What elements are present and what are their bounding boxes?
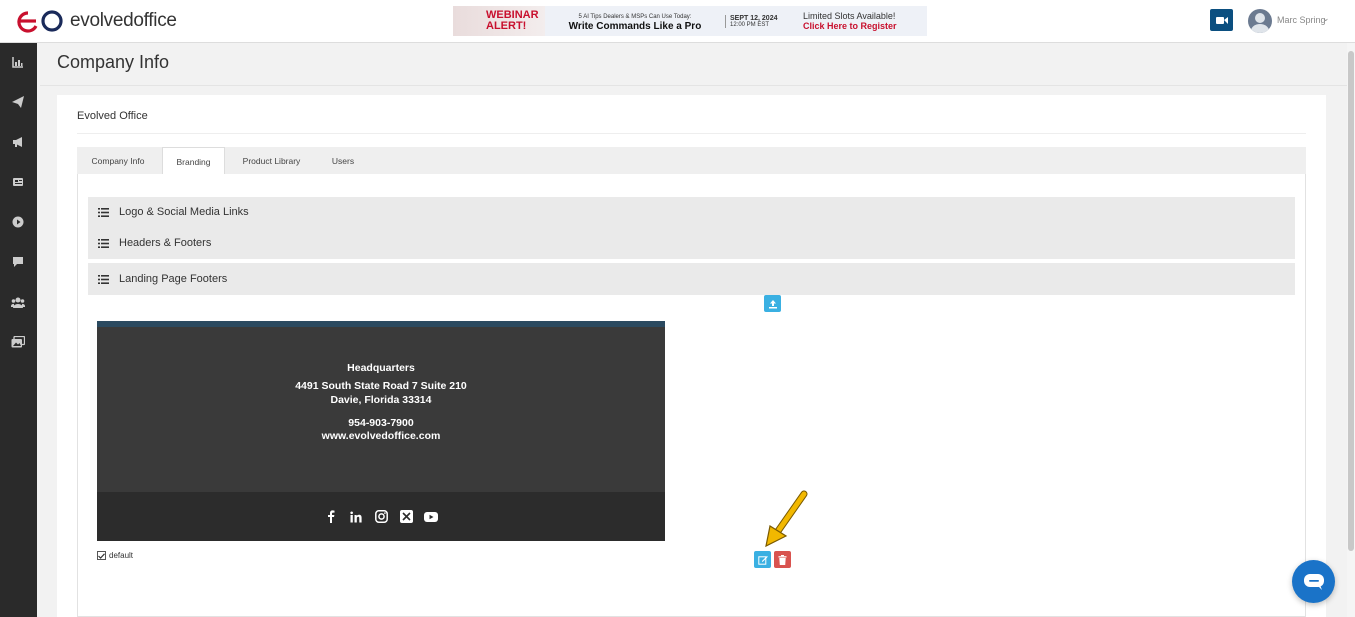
company-card: Evolved Office Company Info Branding Pro…: [57, 95, 1326, 617]
video-camera-icon: [1215, 16, 1228, 24]
banner-cta-line1: Limited Slots Available!: [803, 11, 896, 21]
users-icon[interactable]: [11, 295, 25, 309]
tab-branding[interactable]: Branding: [162, 147, 225, 175]
footer-address-line2: Davie, Florida 33314: [330, 394, 432, 406]
comment-icon[interactable]: [11, 255, 25, 269]
avatar-body: [1251, 24, 1269, 33]
banner-time: 12:00 PM EST: [730, 21, 770, 28]
page-title-bar: Company Info: [40, 43, 1347, 86]
upload-icon: [768, 299, 777, 308]
user-avatar[interactable]: [1248, 9, 1272, 33]
footer-website: www.evolvedoffice.com: [321, 430, 441, 442]
megaphone-icon[interactable]: [11, 135, 25, 149]
banner-cta: Limited Slots Available! Click Here to R…: [793, 11, 927, 31]
footer-address-line1: 4491 South State Road 7 Suite 210: [295, 380, 467, 392]
list-icon: [98, 207, 109, 217]
banner-headline: 5 AI Tips Dealers & MSPs Can Use Today: …: [545, 11, 725, 32]
list-icon: [98, 238, 109, 248]
banner-date-text: SEPT 12, 2024: [730, 14, 778, 22]
footer-top-strip: [97, 321, 665, 327]
user-name[interactable]: Marc Spring: [1277, 15, 1326, 25]
facebook-icon: [324, 510, 338, 524]
tab-company-info[interactable]: Company Info: [77, 147, 159, 174]
accordion-label: Logo & Social Media Links: [119, 206, 249, 218]
x-icon: [399, 510, 413, 524]
footer-heading: Headquarters: [347, 362, 415, 374]
accordion-label: Landing Page Footers: [119, 273, 228, 285]
divider: [77, 133, 1306, 134]
upload-button[interactable]: [764, 295, 781, 312]
footer-social-bar: [97, 492, 665, 541]
list-icon: [98, 274, 109, 284]
brand-logo[interactable]: evolvedoffice: [16, 9, 177, 33]
accordion-label: Headers & Footers: [119, 237, 212, 249]
banner-register-link[interactable]: Click Here to Register: [803, 21, 927, 31]
accordion-headers-footers[interactable]: Headers & Footers: [88, 227, 1295, 259]
newspaper-icon[interactable]: [11, 175, 25, 189]
edit-button[interactable]: [754, 551, 771, 568]
annotation-arrow-icon: [765, 490, 808, 548]
delete-button[interactable]: [774, 551, 791, 568]
landing-page-footer-preview: Headquarters 4491 South State Road 7 Sui…: [97, 321, 665, 541]
chevron-down-icon[interactable]: ⌄: [1322, 13, 1330, 24]
company-name: Evolved Office: [77, 110, 148, 122]
brand-name-part1: evolved: [70, 10, 134, 31]
chat-launcher-button[interactable]: [1292, 560, 1335, 603]
logo-mark-icon: [17, 10, 63, 33]
default-checkbox[interactable]: [97, 551, 106, 560]
default-label: default: [109, 551, 134, 560]
tab-product-library[interactable]: Product Library: [232, 147, 311, 174]
paper-plane-icon[interactable]: [11, 95, 25, 109]
youtube-icon: [424, 510, 438, 524]
banner-date: SEPT 12, 2024 12:00 PM EST: [725, 14, 793, 28]
default-option[interactable]: default: [97, 551, 133, 560]
chart-icon[interactable]: [11, 55, 25, 69]
brand-name: evolvedoffice: [70, 10, 177, 32]
accordion-landing-page-footers[interactable]: Landing Page Footers: [88, 263, 1295, 295]
trash-icon: [778, 554, 787, 565]
brand-name-part2: office: [133, 10, 177, 31]
banner-title: Write Commands Like a Pro: [568, 20, 702, 32]
footer-phone: 954-903-7900: [348, 417, 414, 429]
avatar-head: [1255, 13, 1265, 23]
top-header: evolvedoffice WEBINAR ALERT! 5 AI Tips D…: [0, 0, 1355, 43]
images-icon[interactable]: [11, 335, 25, 349]
play-circle-icon[interactable]: [11, 215, 25, 229]
scrollbar-thumb[interactable]: [1348, 51, 1354, 551]
accordion-logo-social[interactable]: Logo & Social Media Links: [88, 197, 1295, 227]
edit-icon: [757, 555, 768, 565]
banner-alert-line2: ALERT!: [486, 20, 527, 32]
chat-bubble-icon: [1303, 573, 1324, 590]
tab-bar: Company Info Branding Product Library Us…: [77, 147, 1306, 175]
tab-users[interactable]: Users: [319, 147, 367, 174]
webinar-banner[interactable]: WEBINAR ALERT! 5 AI Tips Dealers & MSPs …: [453, 6, 927, 36]
sidebar-nav: [0, 43, 37, 617]
instagram-icon: [374, 510, 388, 524]
video-call-button[interactable]: [1210, 9, 1233, 31]
check-icon: [98, 552, 105, 559]
page-scrollbar[interactable]: [1347, 43, 1355, 617]
page-title: Company Info: [57, 52, 170, 72]
banner-subtitle: 5 AI Tips Dealers & MSPs Can Use Today:: [578, 13, 692, 20]
linkedin-icon: [349, 510, 363, 524]
banner-alert: WEBINAR ALERT!: [453, 6, 545, 36]
